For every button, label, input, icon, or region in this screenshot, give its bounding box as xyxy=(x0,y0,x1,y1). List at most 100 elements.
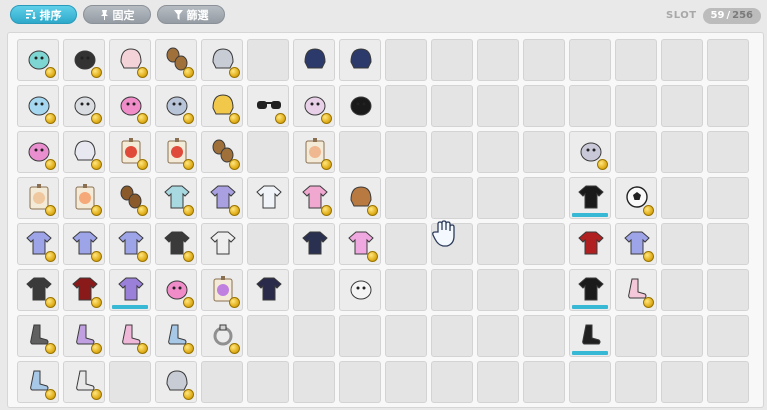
inventory-slot-empty[interactable] xyxy=(477,315,519,357)
inventory-slot-empty[interactable] xyxy=(477,177,519,219)
inventory-slot-item[interactable] xyxy=(293,177,335,219)
inventory-slot-item[interactable] xyxy=(339,39,381,81)
inventory-slot-empty[interactable] xyxy=(569,361,611,403)
filter-button[interactable]: 篩選 xyxy=(157,5,225,24)
inventory-slot-empty[interactable] xyxy=(523,85,565,127)
inventory-slot-empty[interactable] xyxy=(431,85,473,127)
inventory-slot-empty[interactable] xyxy=(707,131,749,173)
inventory-slot-empty[interactable] xyxy=(293,361,335,403)
inventory-slot-item[interactable] xyxy=(63,315,105,357)
inventory-slot-item[interactable] xyxy=(63,361,105,403)
inventory-slot-empty[interactable] xyxy=(615,315,657,357)
inventory-slot-empty[interactable] xyxy=(707,361,749,403)
inventory-slot-empty[interactable] xyxy=(523,131,565,173)
inventory-slot-empty[interactable] xyxy=(431,269,473,311)
inventory-slot-item[interactable] xyxy=(339,85,381,127)
inventory-slot-item[interactable] xyxy=(63,269,105,311)
inventory-slot-empty[interactable] xyxy=(707,177,749,219)
inventory-slot-item[interactable] xyxy=(155,361,197,403)
inventory-slot-item[interactable] xyxy=(615,223,657,265)
inventory-slot-empty[interactable] xyxy=(477,269,519,311)
inventory-slot-empty[interactable] xyxy=(661,131,703,173)
inventory-slot-item[interactable] xyxy=(201,223,243,265)
inventory-slot-item[interactable] xyxy=(17,269,59,311)
pin-button[interactable]: 固定 xyxy=(83,5,151,24)
inventory-slot-item[interactable] xyxy=(615,177,657,219)
inventory-slot-item[interactable] xyxy=(569,131,611,173)
inventory-slot-item[interactable] xyxy=(109,177,151,219)
inventory-slot-item[interactable] xyxy=(339,269,381,311)
inventory-slot-item[interactable] xyxy=(247,177,289,219)
inventory-slot-item[interactable] xyxy=(293,223,335,265)
inventory-slot-empty[interactable] xyxy=(661,269,703,311)
inventory-slot-empty[interactable] xyxy=(707,269,749,311)
inventory-slot-empty[interactable] xyxy=(523,315,565,357)
inventory-slot-empty[interactable] xyxy=(431,131,473,173)
inventory-slot-empty[interactable] xyxy=(109,361,151,403)
inventory-slot-item[interactable] xyxy=(17,39,59,81)
inventory-slot-empty[interactable] xyxy=(661,177,703,219)
inventory-slot-empty[interactable] xyxy=(707,315,749,357)
inventory-slot-empty[interactable] xyxy=(385,361,427,403)
inventory-slot-empty[interactable] xyxy=(477,85,519,127)
inventory-slot-item[interactable] xyxy=(155,177,197,219)
inventory-slot-item[interactable] xyxy=(201,131,243,173)
inventory-slot-empty[interactable] xyxy=(523,361,565,403)
inventory-slot-empty[interactable] xyxy=(385,177,427,219)
inventory-slot-item[interactable] xyxy=(155,269,197,311)
inventory-slot-item[interactable] xyxy=(293,39,335,81)
inventory-slot-item[interactable] xyxy=(17,361,59,403)
inventory-slot-item[interactable] xyxy=(63,223,105,265)
inventory-slot-empty[interactable] xyxy=(477,39,519,81)
inventory-slot-item[interactable] xyxy=(201,315,243,357)
inventory-slot-empty[interactable] xyxy=(569,39,611,81)
sort-button[interactable]: 排序 xyxy=(10,5,77,24)
inventory-slot-empty[interactable] xyxy=(385,315,427,357)
inventory-slot-item[interactable] xyxy=(569,315,611,357)
inventory-slot-item[interactable] xyxy=(201,39,243,81)
inventory-slot-item[interactable] xyxy=(63,85,105,127)
inventory-slot-item[interactable] xyxy=(109,131,151,173)
inventory-slot-empty[interactable] xyxy=(523,39,565,81)
inventory-slot-item[interactable] xyxy=(201,269,243,311)
inventory-slot-empty[interactable] xyxy=(661,223,703,265)
inventory-slot-empty[interactable] xyxy=(339,361,381,403)
inventory-slot-item[interactable] xyxy=(155,223,197,265)
inventory-slot-empty[interactable] xyxy=(615,85,657,127)
inventory-slot-empty[interactable] xyxy=(615,131,657,173)
inventory-slot-empty[interactable] xyxy=(477,361,519,403)
inventory-slot-empty[interactable] xyxy=(293,269,335,311)
inventory-slot-item[interactable] xyxy=(201,85,243,127)
inventory-slot-item[interactable] xyxy=(615,269,657,311)
inventory-slot-empty[interactable] xyxy=(385,39,427,81)
inventory-slot-item[interactable] xyxy=(155,85,197,127)
inventory-slot-empty[interactable] xyxy=(247,315,289,357)
inventory-slot-empty[interactable] xyxy=(707,85,749,127)
inventory-slot-item[interactable] xyxy=(201,177,243,219)
inventory-slot-empty[interactable] xyxy=(477,131,519,173)
inventory-slot-empty[interactable] xyxy=(385,223,427,265)
inventory-slot-item[interactable] xyxy=(155,315,197,357)
inventory-slot-empty[interactable] xyxy=(707,223,749,265)
inventory-slot-item[interactable] xyxy=(155,39,197,81)
inventory-slot-item[interactable] xyxy=(63,39,105,81)
inventory-slot-item[interactable] xyxy=(569,269,611,311)
inventory-slot-item[interactable] xyxy=(293,85,335,127)
inventory-slot-empty[interactable] xyxy=(385,85,427,127)
inventory-slot-item[interactable] xyxy=(247,269,289,311)
inventory-slot-item[interactable] xyxy=(247,85,289,127)
inventory-slot-empty[interactable] xyxy=(247,131,289,173)
inventory-slot-item[interactable] xyxy=(17,131,59,173)
inventory-slot-item[interactable] xyxy=(339,177,381,219)
inventory-slot-empty[interactable] xyxy=(523,223,565,265)
inventory-slot-empty[interactable] xyxy=(477,223,519,265)
inventory-slot-empty[interactable] xyxy=(707,39,749,81)
inventory-slot-item[interactable] xyxy=(63,177,105,219)
inventory-slot-empty[interactable] xyxy=(247,223,289,265)
inventory-slot-empty[interactable] xyxy=(523,177,565,219)
inventory-slot-empty[interactable] xyxy=(339,315,381,357)
inventory-slot-empty[interactable] xyxy=(661,361,703,403)
inventory-slot-empty[interactable] xyxy=(201,361,243,403)
inventory-slot-empty[interactable] xyxy=(385,269,427,311)
inventory-slot-empty[interactable] xyxy=(293,315,335,357)
